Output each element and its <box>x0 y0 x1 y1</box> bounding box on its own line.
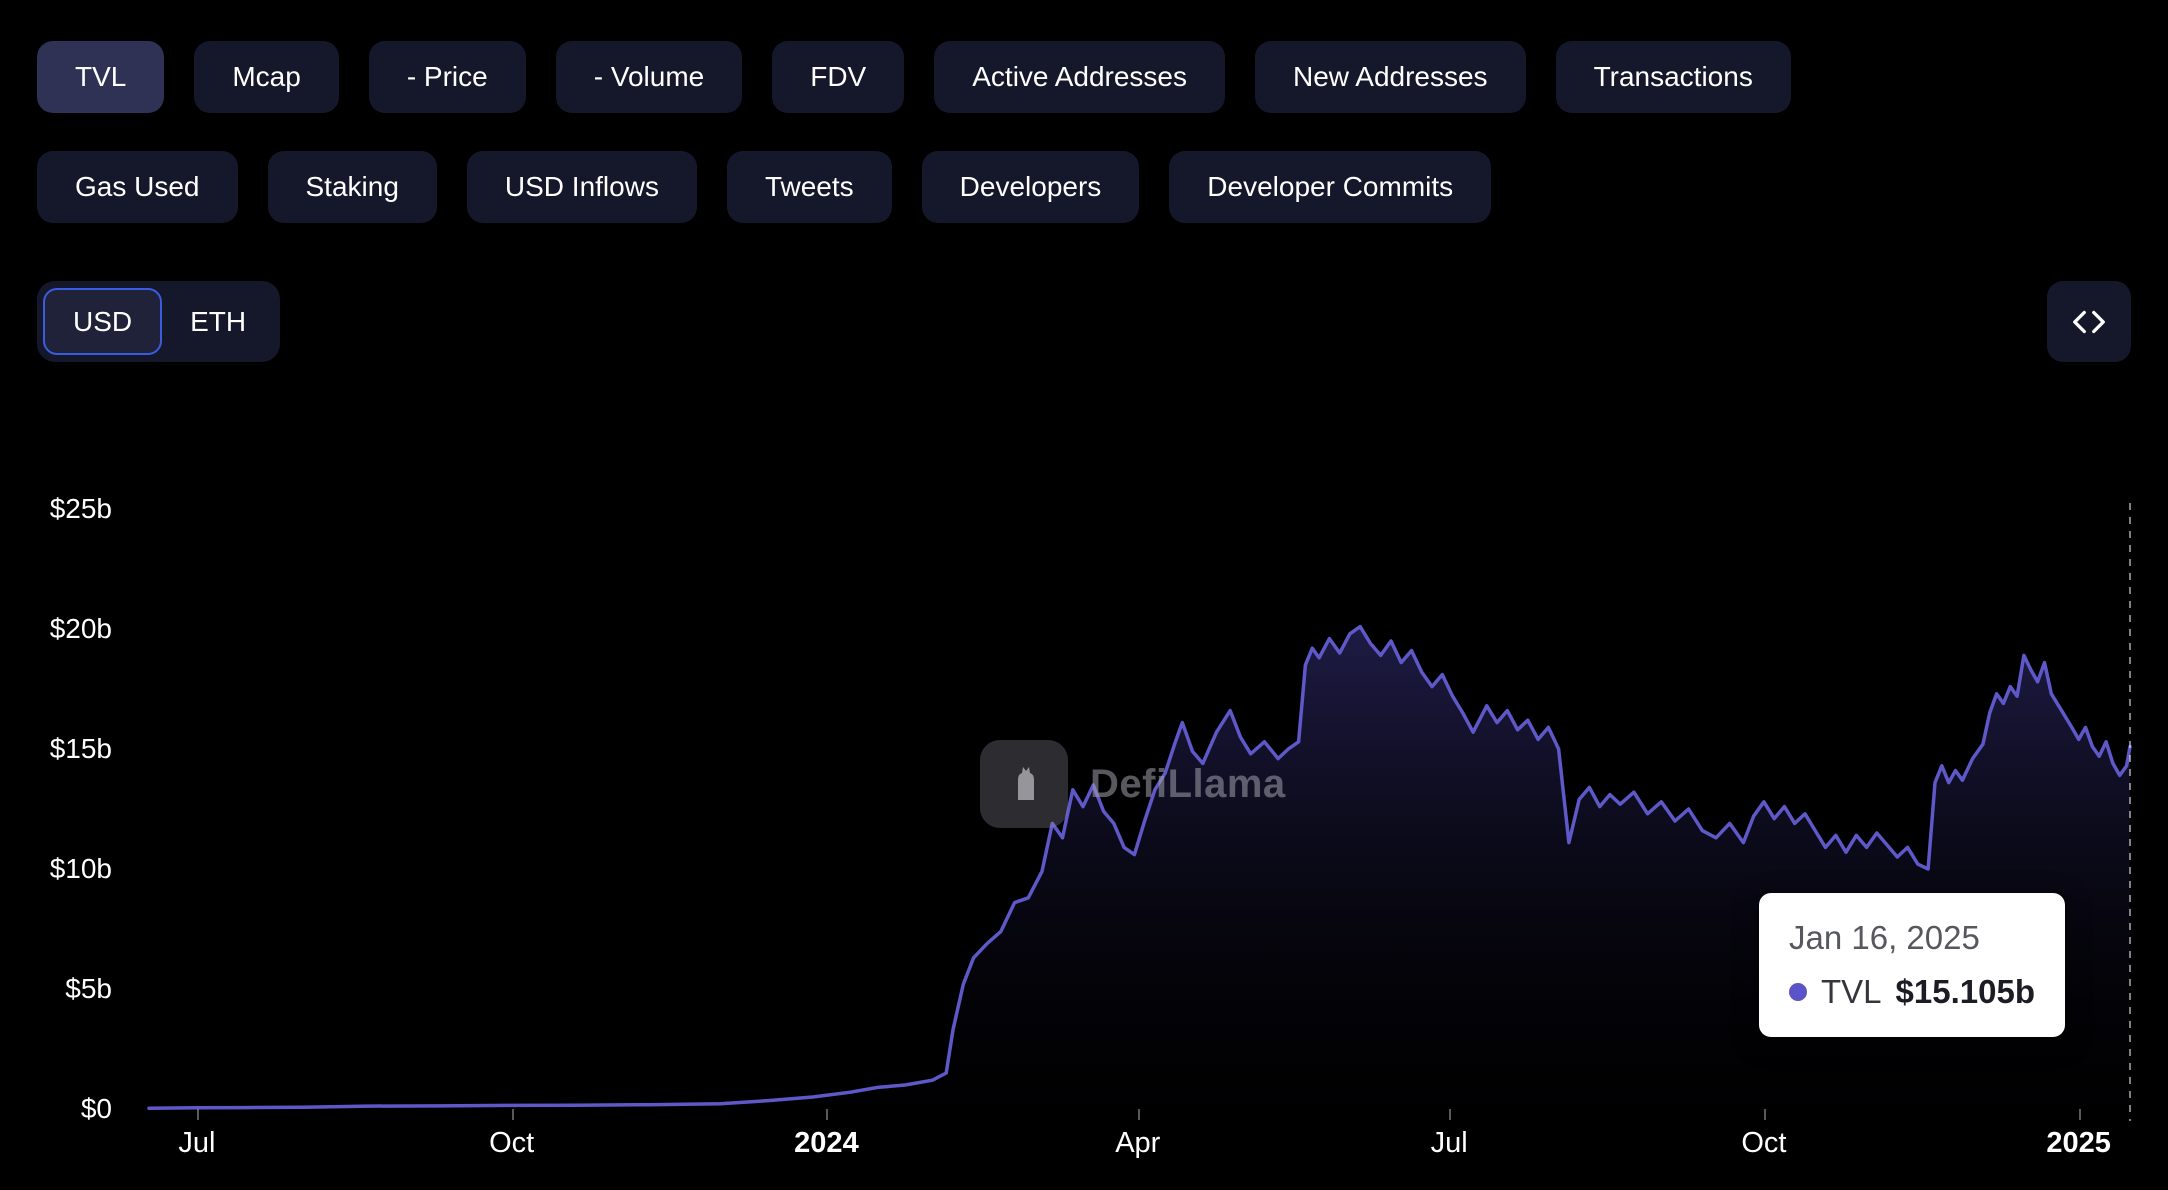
metric-tab-transactions[interactable]: Transactions <box>1555 41 1791 113</box>
code-icon <box>2073 310 2105 333</box>
x-axis-tick-mark <box>511 1109 514 1120</box>
currency-toggle: USD ETH <box>37 281 281 362</box>
embed-code-button[interactable] <box>2047 281 2131 362</box>
tooltip-series-name: TVL <box>1821 973 1882 1010</box>
metric-tab-mcap[interactable]: Mcap <box>194 41 339 113</box>
x-axis-label: Oct <box>1741 1127 1787 1159</box>
metric-tab-gas-used[interactable]: Gas Used <box>37 151 238 223</box>
x-axis-label: 2024 <box>794 1127 859 1159</box>
metric-tab-developer-commits[interactable]: Developer Commits <box>1169 151 1492 223</box>
metric-tab-new-addresses[interactable]: New Addresses <box>1255 41 1526 113</box>
currency-option-usd[interactable]: USD <box>43 288 163 355</box>
metric-tab-staking[interactable]: Staking <box>267 151 437 223</box>
x-axis-tick-mark <box>196 1109 199 1120</box>
x-axis-label: Apr <box>1115 1127 1161 1159</box>
y-axis-label: $10b <box>49 853 112 884</box>
x-axis-label: Jul <box>1430 1127 1468 1159</box>
x-axis-tick-mark <box>2078 1109 2081 1120</box>
x-axis-tick-mark <box>1137 1109 1140 1120</box>
y-axis-label: $20b <box>49 613 112 644</box>
metric-tab-tweets[interactable]: Tweets <box>726 151 892 223</box>
x-axis-label: 2025 <box>2046 1127 2111 1159</box>
x-axis-label: Jul <box>178 1127 216 1159</box>
tooltip-value: $15.105b <box>1895 973 2035 1010</box>
chart-tooltip: Jan 16, 2025 TVL $15.105b <box>1759 893 2065 1037</box>
x-axis-tick-mark <box>1449 1109 1452 1120</box>
y-axis-label: $25b <box>49 493 112 524</box>
metric-tab-usd-inflows[interactable]: USD Inflows <box>466 151 697 223</box>
metric-tabs-row-1: TVL Mcap - Price - Volume FDV Active Add… <box>37 41 1791 113</box>
y-axis-label: $5b <box>65 973 112 1004</box>
metric-tab-active-addresses[interactable]: Active Addresses <box>934 41 1226 113</box>
metric-tab-price[interactable]: - Price <box>368 41 526 113</box>
y-axis-label: $0 <box>80 1093 112 1124</box>
currency-option-eth[interactable]: ETH <box>162 288 274 355</box>
metric-tab-tvl[interactable]: TVL <box>37 41 165 113</box>
y-axis-label: $15b <box>49 733 112 764</box>
metric-tab-volume[interactable]: - Volume <box>555 41 743 113</box>
x-axis-tick-mark <box>826 1109 829 1120</box>
x-axis-tick-mark <box>1763 1109 1766 1120</box>
x-axis-label: Oct <box>489 1127 535 1159</box>
metric-tab-developers[interactable]: Developers <box>921 151 1140 223</box>
metric-tab-fdv[interactable]: FDV <box>772 41 905 113</box>
tvl-series-dot-icon <box>1789 983 1807 1001</box>
metric-tabs-row-2: Gas Used Staking USD Inflows Tweets Deve… <box>37 151 1492 223</box>
tooltip-date: Jan 16, 2025 <box>1789 919 1980 956</box>
